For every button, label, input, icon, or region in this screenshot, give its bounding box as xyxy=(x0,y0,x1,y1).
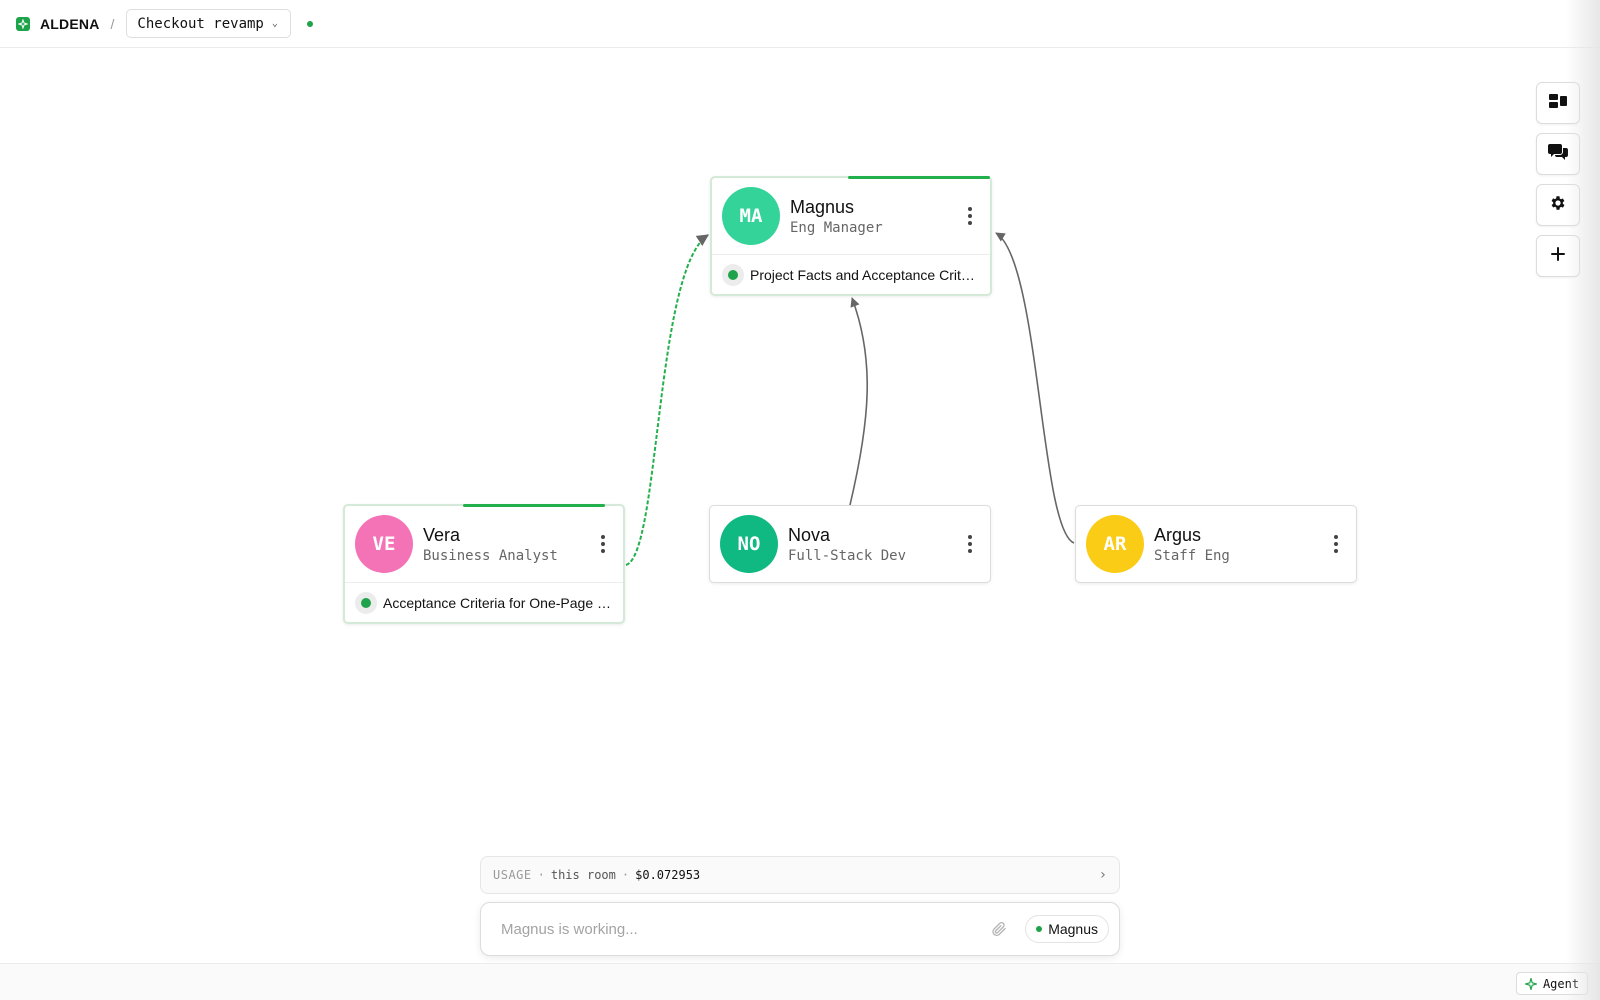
gear-icon xyxy=(1549,194,1567,217)
brand-name[interactable]: ALDENA xyxy=(40,16,100,32)
task-title: Project Facts and Acceptance Criteria xyxy=(750,266,980,283)
message-input[interactable] xyxy=(501,920,988,938)
chat-icon xyxy=(1548,143,1568,166)
message-composer: Magnus xyxy=(480,902,1120,956)
live-status-dot xyxy=(306,20,313,27)
agent-status-dot xyxy=(1036,926,1043,932)
chevron-down-icon: ⌄ xyxy=(271,18,278,29)
breadcrumb-separator: / xyxy=(110,15,115,32)
graph-canvas[interactable]: MA Magnus Eng Manager Project Facts and … xyxy=(0,48,1600,963)
agent-role: Staff Eng xyxy=(1154,548,1230,564)
chevron-right-icon: › xyxy=(1098,867,1107,883)
target-agent-pill[interactable]: Magnus xyxy=(1025,915,1109,943)
bottom-bar: Agent xyxy=(0,963,1600,1000)
usage-cost: $0.072953 xyxy=(635,868,701,882)
paperclip-icon[interactable] xyxy=(987,917,1011,941)
agent-name: Argus xyxy=(1154,525,1202,545)
usage-label: USAGE xyxy=(493,868,532,882)
edge-nova-magnus xyxy=(849,297,869,506)
more-options-icon[interactable] xyxy=(962,206,978,226)
agent-node-magnus[interactable]: MA Magnus Eng Manager Project Facts and … xyxy=(710,176,992,296)
avatar: VE xyxy=(355,515,413,573)
task-status-icon xyxy=(722,263,744,286)
usage-summary[interactable]: USAGE · this room · $0.072953 › xyxy=(480,856,1120,894)
plus-icon xyxy=(1551,246,1565,266)
agent-role: Business Analyst xyxy=(423,548,558,564)
layout-button[interactable] xyxy=(1536,82,1580,124)
agent-name: Magnus xyxy=(790,197,855,217)
agent-node-vera[interactable]: VE Vera Business Analyst Acceptance Crit… xyxy=(343,504,625,624)
task-title: Acceptance Criteria for One-Page Checkou… xyxy=(383,594,613,611)
task-status-icon xyxy=(355,591,377,614)
edge-vera-magnus xyxy=(625,234,709,566)
agent-button[interactable]: Agent xyxy=(1516,972,1588,995)
avatar: AR xyxy=(1086,515,1144,573)
top-bar: ALDENA / Checkout revamp ⌄ xyxy=(0,0,1600,48)
usage-separator: · xyxy=(537,868,545,882)
agent-task[interactable]: Project Facts and Acceptance Criteria xyxy=(712,254,990,294)
agent-role: Eng Manager xyxy=(790,220,883,236)
agent-role: Full-Stack Dev xyxy=(788,548,907,564)
edge-layer xyxy=(625,232,1075,566)
agent-node-argus[interactable]: AR Argus Staff Eng xyxy=(1075,505,1357,583)
edge-argus-magnus xyxy=(995,232,1075,544)
brand-logo-icon xyxy=(16,16,30,31)
agent-name: Vera xyxy=(423,525,461,545)
add-button[interactable] xyxy=(1536,235,1580,277)
project-name: Checkout revamp xyxy=(137,15,264,32)
project-selector[interactable]: Checkout revamp ⌄ xyxy=(126,9,291,38)
settings-button[interactable] xyxy=(1536,184,1580,226)
agent-name: Nova xyxy=(788,525,831,545)
sparkle-icon xyxy=(1524,977,1537,990)
more-options-icon[interactable] xyxy=(595,534,611,554)
usage-separator: · xyxy=(621,868,630,882)
right-toolbar xyxy=(1536,82,1580,286)
agent-node-nova[interactable]: NO Nova Full-Stack Dev xyxy=(709,505,991,583)
agent-task[interactable]: Acceptance Criteria for One-Page Checkou… xyxy=(345,582,623,622)
layout-icon xyxy=(1549,93,1567,113)
agent-button-label: Agent xyxy=(1542,976,1580,991)
usage-scope: this room xyxy=(550,868,616,882)
avatar: MA xyxy=(722,187,780,245)
avatar: NO xyxy=(720,515,778,573)
target-agent-name: Magnus xyxy=(1048,921,1098,937)
more-options-icon[interactable] xyxy=(962,534,978,554)
chat-button[interactable] xyxy=(1536,133,1580,175)
more-options-icon[interactable] xyxy=(1328,534,1344,554)
